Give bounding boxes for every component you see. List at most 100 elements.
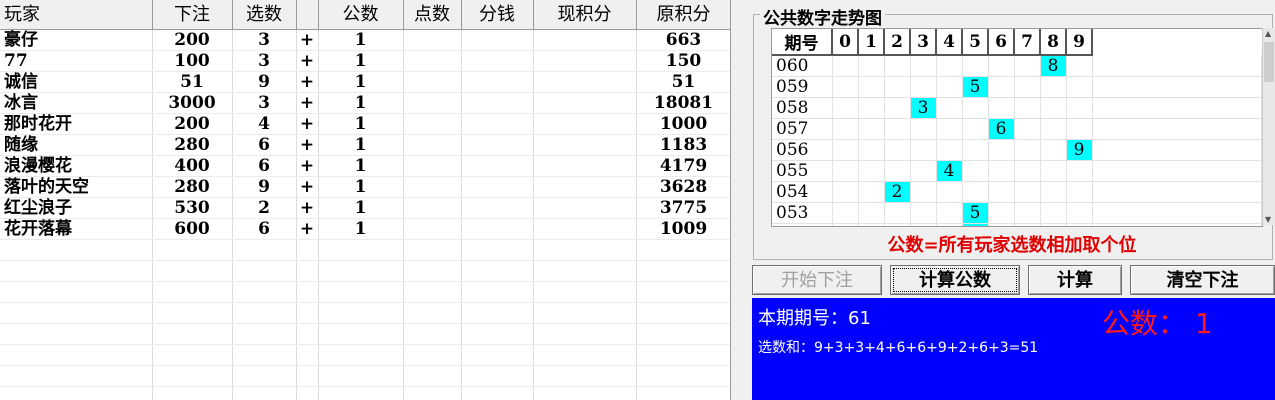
cell-common[interactable]: 1 [318,197,404,219]
empty-row[interactable] [0,365,730,387]
cell-common[interactable]: 1 [318,155,404,177]
scroll-thumb[interactable] [1264,42,1274,82]
compute-button[interactable]: 计算 [1028,265,1122,295]
empty-cell[interactable] [318,239,404,261]
empty-cell[interactable] [461,302,534,324]
col-header-bet[interactable]: 下注 [152,0,233,30]
empty-cell[interactable] [403,281,462,303]
cell-original[interactable]: 3775 [636,197,730,219]
cell-bet[interactable]: 600 [152,218,233,240]
cell-current[interactable] [533,197,637,219]
empty-row[interactable] [0,281,730,303]
empty-cell[interactable] [0,260,153,282]
cell-op[interactable]: + [296,50,319,72]
empty-cell[interactable] [0,281,153,303]
empty-cell[interactable] [232,344,297,366]
cell-player[interactable]: 77 [0,50,153,72]
cell-share[interactable] [461,155,534,177]
cell-pick[interactable]: 6 [232,134,297,156]
empty-cell[interactable] [296,386,319,400]
table-row[interactable]: 77 100 3 +1 150 [0,50,730,72]
cell-player[interactable]: 冰言 [0,92,153,114]
empty-cell[interactable] [636,281,730,303]
table-row[interactable]: 那时花开 200 4 +1 1000 [0,113,730,135]
cell-points[interactable] [403,155,462,177]
cell-common[interactable]: 1 [318,134,404,156]
table-row[interactable]: 落叶的天空 280 9 +1 3628 [0,176,730,198]
empty-cell[interactable] [461,365,534,387]
col-header-original[interactable]: 原积分 [636,0,730,30]
cell-current[interactable] [533,134,637,156]
empty-cell[interactable] [232,281,297,303]
empty-cell[interactable] [318,323,404,345]
col-header-points[interactable]: 点数 [403,0,462,30]
empty-cell[interactable] [318,302,404,324]
cell-pick[interactable]: 6 [232,155,297,177]
empty-cell[interactable] [296,239,319,261]
empty-row[interactable] [0,302,730,324]
cell-common[interactable]: 1 [318,113,404,135]
table-row[interactable]: 诚信 51 9 +1 51 [0,71,730,93]
table-row[interactable]: 花开落幕 600 6 +1 1009 [0,218,730,240]
cell-op[interactable]: + [296,155,319,177]
cell-player[interactable]: 随缘 [0,134,153,156]
cell-original[interactable]: 1183 [636,134,730,156]
table-row[interactable]: 随缘 280 6 +1 1183 [0,134,730,156]
cell-op[interactable]: + [296,29,319,51]
empty-cell[interactable] [152,344,233,366]
empty-cell[interactable] [232,365,297,387]
empty-row[interactable] [0,386,730,400]
cell-op[interactable]: + [296,218,319,240]
empty-cell[interactable] [232,323,297,345]
empty-cell[interactable] [152,239,233,261]
clear-bets-button[interactable]: 清空下注 [1130,265,1275,295]
empty-cell[interactable] [461,323,534,345]
cell-current[interactable] [533,92,637,114]
cell-share[interactable] [461,113,534,135]
cell-common[interactable]: 1 [318,29,404,51]
empty-row[interactable] [0,323,730,345]
compute-common-button[interactable]: 计算公数 [890,265,1020,295]
empty-cell[interactable] [533,323,637,345]
empty-cell[interactable] [318,260,404,282]
cell-share[interactable] [461,92,534,114]
cell-points[interactable] [403,113,462,135]
empty-cell[interactable] [296,323,319,345]
cell-bet[interactable]: 530 [152,197,233,219]
scroll-up-icon[interactable]: ▲ [1265,29,1271,38]
table-row[interactable]: 红尘浪子 530 2 +1 3775 [0,197,730,219]
cell-player[interactable]: 浪漫樱花 [0,155,153,177]
cell-common[interactable]: 1 [318,218,404,240]
cell-share[interactable] [461,197,534,219]
table-row[interactable]: 豪仔 200 3 +1 663 [0,29,730,51]
cell-current[interactable] [533,113,637,135]
empty-cell[interactable] [636,302,730,324]
empty-cell[interactable] [533,281,637,303]
cell-bet[interactable]: 200 [152,113,233,135]
cell-op[interactable]: + [296,176,319,198]
cell-original[interactable]: 18081 [636,92,730,114]
cell-current[interactable] [533,50,637,72]
cell-original[interactable]: 150 [636,50,730,72]
empty-cell[interactable] [152,323,233,345]
empty-cell[interactable] [318,281,404,303]
empty-row[interactable] [0,239,730,261]
empty-cell[interactable] [533,302,637,324]
empty-cell[interactable] [636,365,730,387]
cell-bet[interactable]: 280 [152,176,233,198]
empty-cell[interactable] [296,281,319,303]
cell-points[interactable] [403,176,462,198]
empty-cell[interactable] [318,386,404,400]
cell-player[interactable]: 诚信 [0,71,153,93]
empty-cell[interactable] [533,344,637,366]
cell-player[interactable]: 红尘浪子 [0,197,153,219]
empty-cell[interactable] [152,281,233,303]
cell-pick[interactable]: 3 [232,29,297,51]
cell-bet[interactable]: 280 [152,134,233,156]
cell-pick[interactable]: 9 [232,71,297,93]
empty-cell[interactable] [0,323,153,345]
col-header-player[interactable]: 玩家 [0,0,153,30]
empty-cell[interactable] [461,239,534,261]
cell-pick[interactable]: 9 [232,176,297,198]
empty-cell[interactable] [636,239,730,261]
